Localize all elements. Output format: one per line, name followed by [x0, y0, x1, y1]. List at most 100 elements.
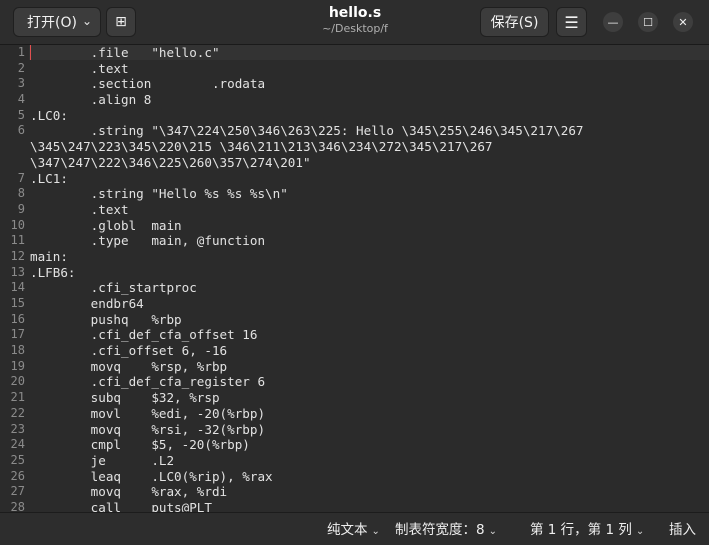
line-number: 26	[10, 468, 25, 483]
code-line[interactable]: 16 pushq %rbp	[0, 312, 709, 328]
code-line[interactable]: 19 movq %rsp, %rbp	[0, 359, 709, 375]
close-icon: ✕	[678, 15, 688, 29]
code-line[interactable]: 2 .text	[0, 61, 709, 77]
open-button[interactable]: 打开(O) ⌄	[13, 7, 101, 37]
new-tab-button[interactable]: ⊞	[106, 7, 136, 37]
line-number: 22	[10, 405, 25, 420]
line-text: \345\247\223\345\220\215 \346\211\213\34…	[30, 139, 493, 155]
language-selector[interactable]: 纯文本 ⌄	[327, 520, 380, 540]
line-text: movl %edi, -20(%rbp)	[30, 405, 266, 421]
line-number: 3	[17, 76, 25, 91]
hamburger-menu-icon: ☰	[564, 12, 579, 32]
minimize-icon: —	[607, 15, 619, 29]
line-number: 14	[10, 280, 25, 295]
code-line[interactable]: 24 cmpl $5, -20(%rbp)	[0, 437, 709, 453]
line-text: .LC0:	[30, 107, 68, 123]
window-subtitle: ~/Desktop/f	[322, 22, 388, 35]
code-line[interactable]: 27 movq %rax, %rdi	[0, 484, 709, 500]
gedit-window: 打开(O) ⌄ ⊞ hello.s ~/Desktop/f 保存(S) ☰ — …	[0, 0, 709, 545]
code-line[interactable]: 20 .cfi_def_cfa_register 6	[0, 374, 709, 390]
line-text: .text	[30, 60, 129, 76]
code-line[interactable]: 25 je .L2	[0, 453, 709, 469]
line-number: 17	[10, 327, 25, 342]
code-line[interactable]: 23 movq %rsi, -32(%rbp)	[0, 422, 709, 438]
code-line[interactable]: 8 .string "Hello %s %s %s\n"	[0, 186, 709, 202]
line-number: 13	[10, 264, 25, 279]
line-number: 20	[10, 374, 25, 389]
line-number: 24	[10, 437, 25, 452]
menu-button[interactable]: ☰	[556, 7, 587, 37]
code-line[interactable]: 17 .cfi_def_cfa_offset 16	[0, 327, 709, 343]
code-line[interactable]: 12 main:	[0, 249, 709, 265]
line-number: 1	[17, 45, 25, 59]
line-number: 28	[10, 499, 25, 512]
line-text: cmpl $5, -20(%rbp)	[30, 437, 250, 453]
line-number: 15	[10, 296, 25, 310]
line-number: 10	[10, 217, 25, 232]
code-line[interactable]: 13 .LFB6:	[0, 265, 709, 281]
line-text: .section .rodata	[30, 76, 266, 92]
line-text: .cfi_startproc	[30, 280, 197, 296]
save-button[interactable]: 保存(S)	[480, 7, 549, 37]
line-number: 7	[17, 170, 25, 185]
line-text: .LC1:	[30, 170, 68, 186]
tab-width-selector[interactable]: 制表符宽度：8 ⌄	[395, 520, 497, 540]
chevron-down-icon: ⌄	[488, 526, 497, 537]
line-text: main:	[30, 248, 68, 264]
code-line[interactable]: 5 .LC0:	[0, 108, 709, 124]
cursor-position-selector[interactable]: 第 1 行，第 1 列 ⌄	[530, 520, 644, 540]
code-line[interactable]: 11 .type main, @function	[0, 233, 709, 249]
line-text: call puts@PLT	[30, 499, 212, 512]
line-number: 27	[10, 484, 25, 499]
code-line[interactable]: 15 endbr64	[0, 296, 709, 312]
code-line[interactable]: 6 .string "\347\224\250\346\263\225: Hel…	[0, 123, 709, 139]
minimize-button[interactable]: —	[603, 12, 623, 32]
chevron-down-icon: ⌄	[371, 526, 380, 537]
line-number: 4	[17, 92, 25, 107]
maximize-button[interactable]: ☐	[638, 12, 658, 32]
code-line[interactable]: 26 leaq .LC0(%rip), %rax	[0, 469, 709, 485]
cursor-position-label: 第 1 行，第 1 列	[530, 522, 632, 538]
code-line[interactable]: 14 .cfi_startproc	[0, 280, 709, 296]
line-number: 11	[10, 233, 25, 248]
code-line[interactable]: 3 .section .rodata	[0, 76, 709, 92]
line-number: 18	[10, 343, 25, 358]
header-bar: 打开(O) ⌄ ⊞ hello.s ~/Desktop/f 保存(S) ☰ — …	[0, 0, 709, 45]
code-line[interactable]: 9 .text	[0, 202, 709, 218]
window-title: hello.s	[328, 5, 382, 21]
tab-width-label: 制表符宽度：8	[395, 522, 485, 538]
code-line[interactable]: 21 subq $32, %rsp	[0, 390, 709, 406]
code-line[interactable]: 28 call puts@PLT	[0, 500, 709, 512]
line-text: .LFB6:	[30, 264, 76, 280]
code-line[interactable]: \347\247\222\346\225\260\357\274\201"	[0, 155, 709, 171]
insert-mode-indicator: 插入	[669, 520, 696, 540]
code-line[interactable]: 22 movl %edi, -20(%rbp)	[0, 406, 709, 422]
line-number: 2	[17, 60, 25, 75]
text-editor[interactable]: 1 .file "hello.c" 2 .text 3 .section .roda…	[0, 45, 709, 512]
title-area: hello.s ~/Desktop/f	[260, 5, 450, 36]
code-line[interactable]: 18 .cfi_offset 6, -16	[0, 343, 709, 359]
save-button-label: 保存(S)	[490, 15, 539, 31]
code-line[interactable]: 10 .globl main	[0, 218, 709, 234]
line-number: 21	[10, 390, 25, 405]
code-line[interactable]: \345\247\223\345\220\215 \346\211\213\34…	[0, 139, 709, 155]
code-view[interactable]: 1 .file "hello.c" 2 .text 3 .section .roda…	[0, 45, 709, 512]
language-label: 纯文本	[327, 522, 368, 538]
code-line[interactable]: 1 .file "hello.c"	[0, 45, 709, 61]
line-number: 6	[17, 123, 25, 138]
code-line[interactable]: 7 .LC1:	[0, 171, 709, 187]
line-text: endbr64	[30, 296, 144, 311]
line-text: .align 8	[30, 92, 152, 108]
line-text: je .L2	[30, 452, 175, 468]
line-number: 23	[10, 421, 25, 436]
line-number: 9	[17, 201, 25, 216]
close-button[interactable]: ✕	[673, 12, 693, 32]
code-line[interactable]: 4 .align 8	[0, 92, 709, 108]
line-text: .cfi_def_cfa_offset 16	[30, 327, 258, 343]
chevron-down-icon: ⌄	[81, 14, 92, 28]
line-text: subq $32, %rsp	[30, 390, 220, 406]
line-number: 25	[10, 452, 25, 467]
line-text: .file "hello.c"	[30, 45, 220, 60]
status-bar: 纯文本 ⌄ 制表符宽度：8 ⌄ 第 1 行，第 1 列 ⌄ 插入	[0, 512, 709, 545]
line-text: .type main, @function	[30, 233, 266, 249]
